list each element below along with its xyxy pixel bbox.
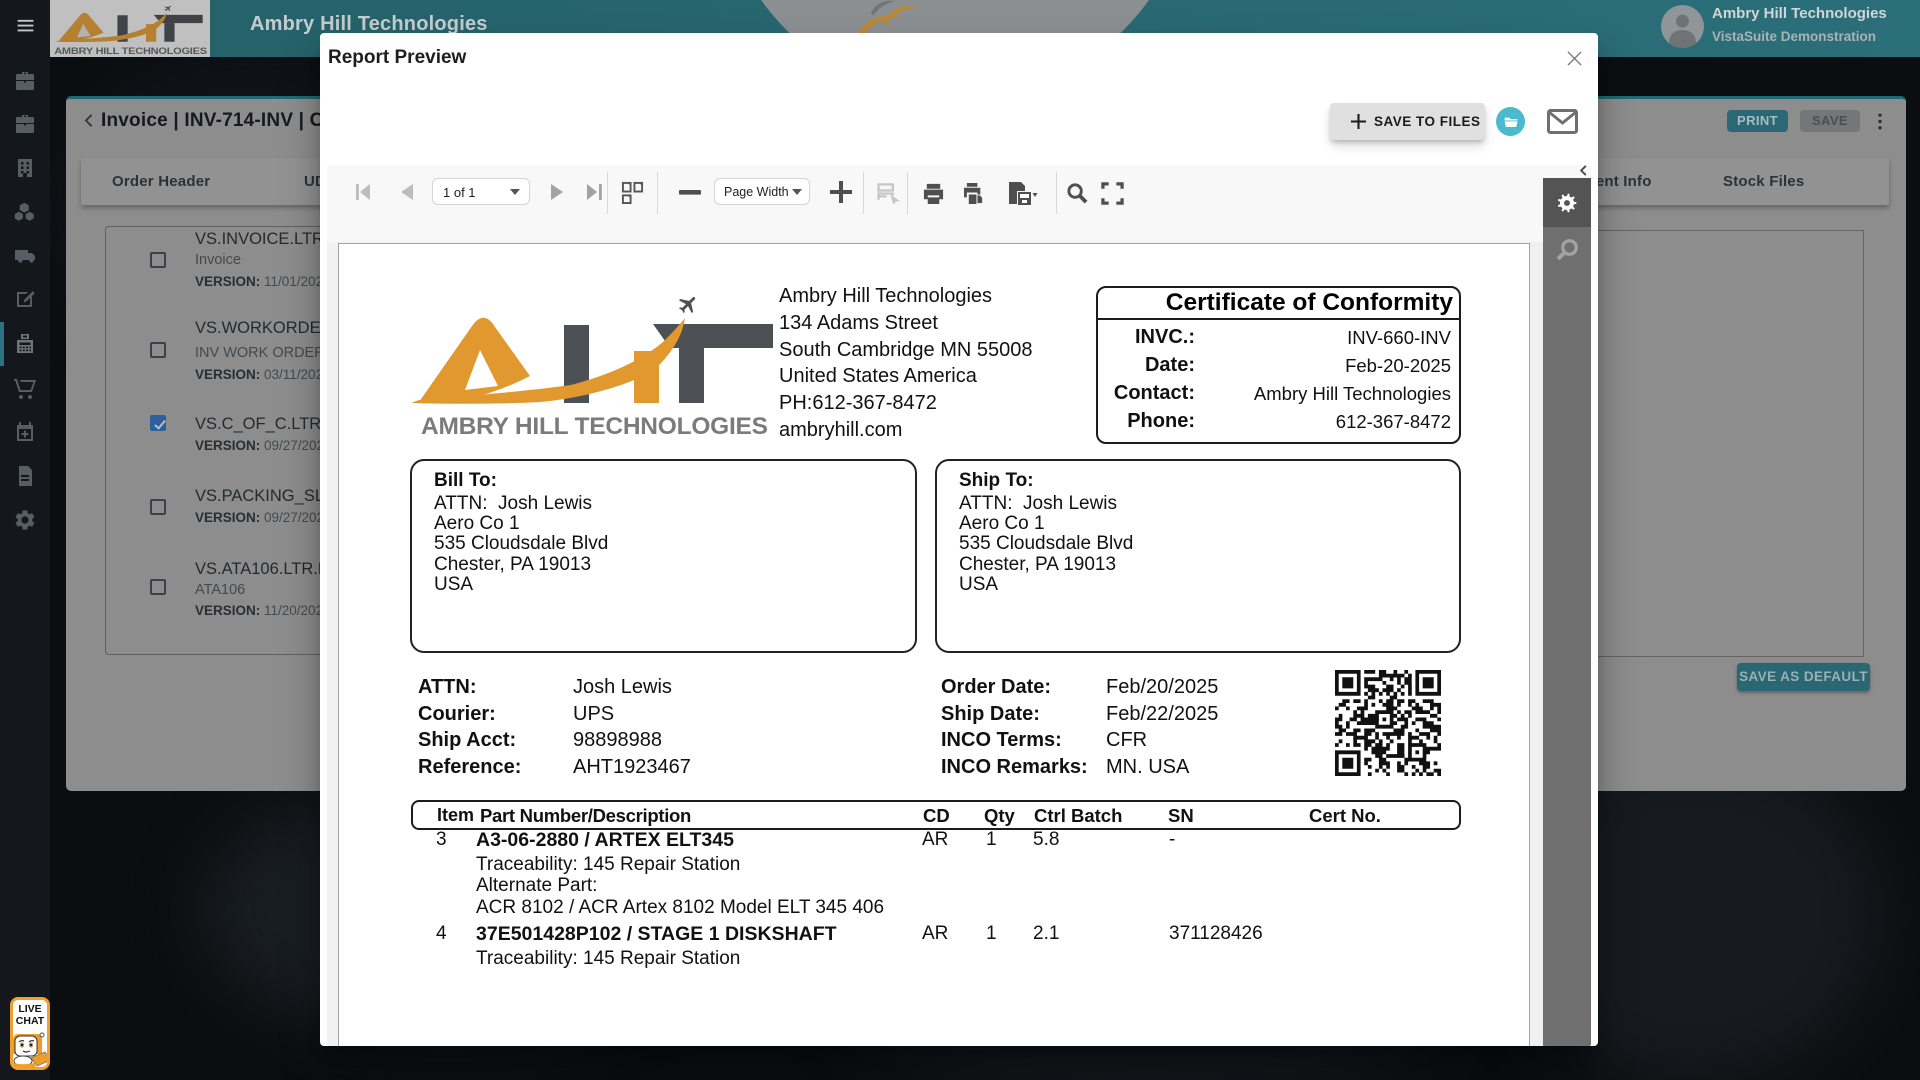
svg-text:AMBRY HILL TECHNOLOGIES: AMBRY HILL TECHNOLOGIES [421,413,768,440]
svg-text:AMBRY HILL TECHNOLOGIES: AMBRY HILL TECHNOLOGIES [54,47,207,56]
